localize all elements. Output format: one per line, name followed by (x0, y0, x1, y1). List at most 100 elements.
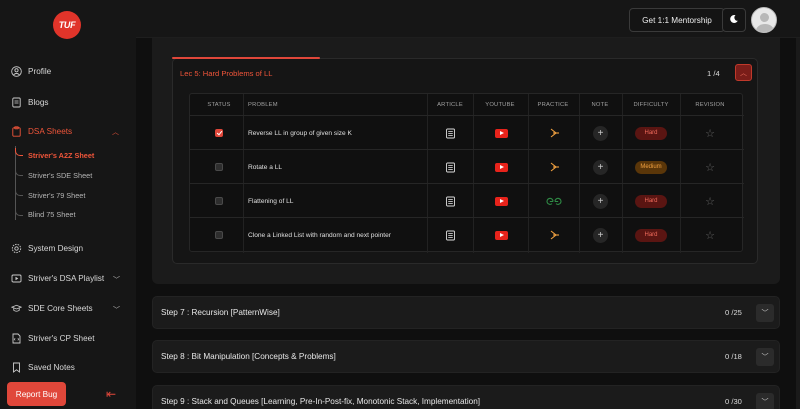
problem-name[interactable]: Rotate a LL (248, 150, 282, 184)
chevron-down-icon[interactable]: ﹀ (113, 275, 120, 285)
status-checkbox[interactable] (215, 129, 223, 137)
sidebar-item-blind-75[interactable]: Blind 75 Sheet (28, 210, 75, 219)
step-progress-count: 0 /30 (725, 397, 742, 406)
sidebar-item-a2z-sheet[interactable]: Striver's A2Z Sheet (28, 151, 94, 160)
youtube-icon[interactable] (494, 196, 508, 206)
step-progress-count: 0 /25 (725, 308, 742, 317)
clipboard-icon (11, 126, 22, 137)
column-header-difficulty: DIFFICULTY (633, 102, 669, 108)
difficulty-badge: Hard (635, 126, 667, 140)
tree-connector (15, 148, 23, 156)
column-header-revision: REVISION (695, 102, 725, 108)
article-icon[interactable] (441, 116, 459, 150)
youtube-icon[interactable] (494, 128, 508, 138)
lecture-accent-bar (172, 57, 320, 59)
codestudio-icon[interactable] (545, 116, 563, 150)
add-note-icon[interactable]: + (593, 159, 608, 175)
bookmark-icon (11, 362, 22, 373)
sidebar-item-sde-sheet[interactable]: Striver's SDE Sheet (28, 171, 92, 180)
play-icon (11, 273, 22, 284)
sidebar-item-blogs[interactable]: Blogs (11, 97, 48, 108)
chevron-up-icon[interactable]: ︿ (112, 127, 119, 137)
step-expand-button[interactable]: ﹀ (756, 304, 774, 322)
youtube-icon[interactable] (494, 162, 508, 172)
user-avatar[interactable] (751, 7, 777, 33)
chevron-down-icon: ﹀ (761, 354, 769, 361)
revision-star-icon[interactable]: ☆ (705, 161, 715, 174)
step-accordion[interactable]: Step 8 : Bit Manipulation [Concepts & Pr… (152, 340, 780, 373)
status-checkbox[interactable] (215, 231, 223, 239)
tree-connector (15, 168, 23, 176)
chevron-down-icon[interactable]: ﹀ (113, 305, 120, 315)
graduation-cap-icon (11, 303, 22, 314)
lecture-collapse-button[interactable]: ︿ (735, 64, 752, 81)
column-header-practice: PRACTICE (537, 102, 569, 108)
status-checkbox[interactable] (215, 163, 223, 171)
youtube-icon[interactable] (494, 230, 508, 240)
step-accordion[interactable]: Step 7 : Recursion [PatternWise] 0 /25 ﹀ (152, 296, 780, 329)
difficulty-badge: Hard (635, 194, 667, 208)
column-header-note: NOTE (591, 102, 609, 108)
theme-toggle-button[interactable] (722, 8, 746, 32)
step-expand-button[interactable]: ﹀ (756, 348, 774, 366)
sidebar-item-dsa-sheets[interactable]: DSA Sheets (11, 126, 72, 137)
chevron-down-icon: ﹀ (761, 399, 769, 406)
step-title: Step 9 : Stack and Queues [Learning, Pre… (161, 397, 481, 406)
article-icon[interactable] (441, 184, 459, 218)
status-checkbox[interactable] (215, 197, 223, 205)
tuf-logo[interactable]: TUF (53, 11, 81, 39)
file-code-icon (11, 333, 22, 344)
sidebar-item-profile[interactable]: Profile (11, 66, 51, 77)
step-title: Step 8 : Bit Manipulation [Concepts & Pr… (161, 352, 336, 361)
gear-icon (11, 243, 22, 254)
revision-star-icon[interactable]: ☆ (705, 195, 715, 208)
gfg-icon[interactable] (543, 184, 565, 218)
user-circle-icon (11, 66, 22, 77)
sidebar-item-saved-notes[interactable]: Saved Notes (11, 362, 75, 373)
mentorship-button[interactable]: Get 1:1 Mentorship (629, 8, 725, 32)
sidebar-item-sde-core[interactable]: SDE Core Sheets (11, 303, 93, 314)
problem-name[interactable]: Reverse LL in group of given size K (248, 116, 352, 150)
sidebar-item-79-sheet[interactable]: Striver's 79 Sheet (28, 191, 85, 200)
add-note-icon[interactable]: + (593, 193, 608, 209)
sidebar-item-system-design[interactable]: System Design (11, 243, 83, 254)
column-header-youtube: YOUTUBE (485, 102, 515, 108)
codestudio-icon[interactable] (545, 150, 563, 184)
table-row: Clone a Linked List with random and next… (190, 218, 744, 252)
table-header: STATUS PROBLEM ARTICLE YOUTUBE PRACTICE … (190, 94, 744, 116)
add-note-icon[interactable]: + (593, 227, 608, 243)
page-scrollbar[interactable] (796, 38, 800, 409)
problems-table: STATUS PROBLEM ARTICLE YOUTUBE PRACTICE … (189, 93, 744, 253)
collapse-sidebar-icon[interactable]: ⇤ (106, 387, 116, 401)
article-icon[interactable] (441, 150, 459, 184)
problem-name[interactable]: Clone a Linked List with random and next… (248, 218, 391, 252)
step-progress-count: 0 /18 (725, 352, 742, 361)
report-bug-button[interactable]: Report Bug (7, 382, 66, 406)
article-icon[interactable] (441, 218, 459, 252)
lecture-progress-count: 1 /4 (707, 69, 720, 78)
codestudio-icon[interactable] (545, 218, 563, 252)
sidebar: TUF Profile Blogs DSA Sheets ︿ Striver's… (0, 0, 136, 409)
table-row: Rotate a LL + Medium ☆ (190, 150, 744, 184)
column-header-problem: PROBLEM (248, 102, 278, 108)
difficulty-badge: Medium (635, 160, 667, 174)
step-title: Step 7 : Recursion [PatternWise] (161, 308, 280, 317)
tree-connector (15, 188, 23, 196)
chevron-down-icon: ﹀ (761, 310, 769, 317)
sidebar-item-cp-sheet[interactable]: Striver's CP Sheet (11, 333, 94, 344)
step-accordion[interactable]: Step 9 : Stack and Queues [Learning, Pre… (152, 385, 780, 409)
revision-star-icon[interactable]: ☆ (705, 229, 715, 242)
moon-icon (729, 14, 739, 26)
revision-star-icon[interactable]: ☆ (705, 127, 715, 140)
sidebar-item-dsa-playlist[interactable]: Striver's DSA Playlist (11, 273, 104, 284)
step-expand-button[interactable]: ﹀ (756, 393, 774, 409)
top-bar: Get 1:1 Mentorship (136, 0, 800, 38)
table-row: Flattening of LL + Hard ☆ (190, 184, 744, 218)
column-header-status: STATUS (207, 102, 231, 108)
lecture-title[interactable]: Lec 5: Hard Problems of LL (180, 69, 272, 78)
add-note-icon[interactable]: + (593, 125, 608, 141)
table-row: Reverse LL in group of given size K + Ha… (190, 116, 744, 150)
problem-name[interactable]: Flattening of LL (248, 184, 293, 218)
tree-connector (15, 208, 23, 216)
column-header-article: ARTICLE (437, 102, 463, 108)
